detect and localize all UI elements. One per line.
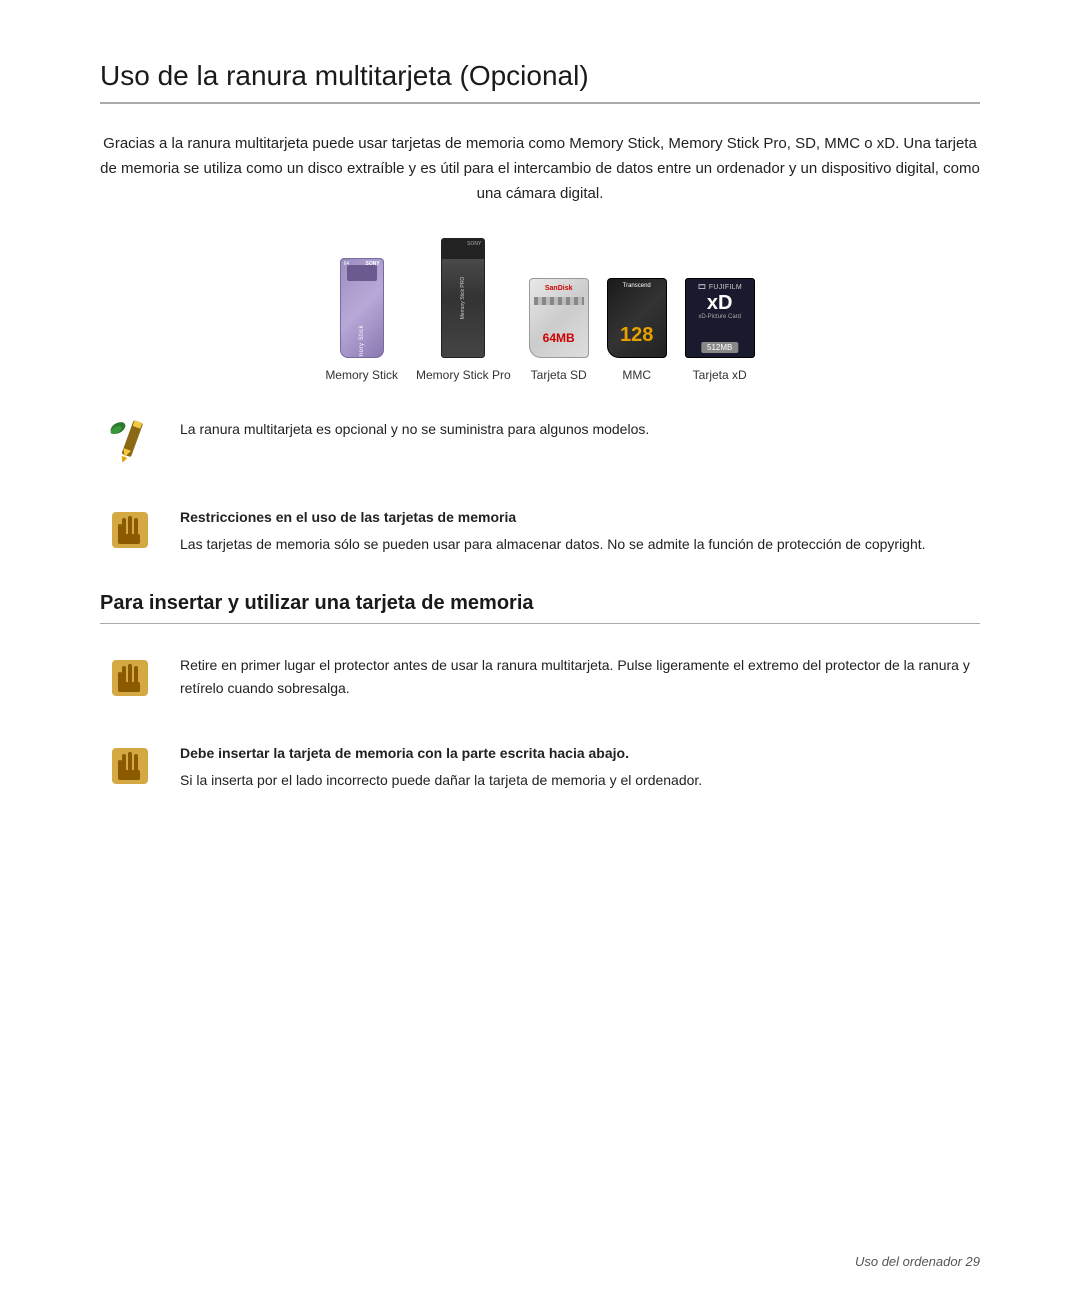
hand-icon-container-3 <box>100 736 160 796</box>
xd-item: 🎞 FUJIFILM xD xD-Picture Card 512MB Tarj… <box>685 278 755 382</box>
xd-subtitle: xD-Picture Card <box>698 314 741 320</box>
note2-section: Restricciones en el uso de las tarjetas … <box>100 500 980 560</box>
xd-visual: 🎞 FUJIFILM xD xD-Picture Card 512MB <box>685 278 755 358</box>
note4-body: Si la inserta por el lado incorrecto pue… <box>180 772 702 788</box>
hand-icon-container-2 <box>100 648 160 708</box>
hand-icon-3 <box>104 740 156 792</box>
memory-stick-visual: Memory Stick SONY 64 <box>340 258 384 358</box>
sd-card-item: Tarjeta SD <box>529 278 589 382</box>
cards-row: Memory Stick SONY 64 Memory Stick Memory… <box>100 238 980 382</box>
memory-stick-pro-card: Memory Stick PRO SONY <box>441 238 485 358</box>
pencil-icon <box>104 416 156 468</box>
page-content: Uso de la ranura multitarjeta (Opcional)… <box>0 0 1080 904</box>
cards-section: Memory Stick SONY 64 Memory Stick Memory… <box>100 238 980 382</box>
xd-logo: xD <box>707 293 733 313</box>
memory-stick-pro-visual: Memory Stick PRO SONY <box>441 238 485 358</box>
memory-stick-label: Memory Stick <box>325 368 398 382</box>
memory-stick-pro-label: Memory Stick Pro <box>416 368 511 382</box>
msp-card-text: Memory Stick PRO <box>460 277 466 320</box>
memory-stick-card-text: Memory Stick <box>359 325 365 358</box>
hand-icon-container-1 <box>100 500 160 560</box>
note2-title: Restricciones en el uso de las tarjetas … <box>180 506 980 528</box>
sd-card <box>529 278 589 358</box>
xd-label: Tarjeta xD <box>693 368 747 382</box>
note2-body: Las tarjetas de memoria sólo se pueden u… <box>180 536 926 552</box>
xd-card: 🎞 FUJIFILM xD xD-Picture Card 512MB <box>685 278 755 358</box>
hand-icon-1 <box>104 504 156 556</box>
mmc-visual <box>607 278 667 358</box>
section2-heading: Para insertar y utilizar una tarjeta de … <box>100 592 980 624</box>
note1-text: La ranura multitarjeta es opcional y no … <box>180 412 980 440</box>
note4-section: Debe insertar la tarjeta de memoria con … <box>100 736 980 796</box>
mmc-label: MMC <box>622 368 651 382</box>
sd-card-visual <box>529 278 589 358</box>
mmc-card <box>607 278 667 358</box>
intro-paragraph: Gracias a la ranura multitarjeta puede u… <box>100 132 980 206</box>
memory-stick-item: Memory Stick SONY 64 Memory Stick <box>325 258 398 382</box>
note2-text: Restricciones en el uso de las tarjetas … <box>180 500 980 555</box>
xd-size: 512MB <box>701 342 738 353</box>
xd-brand: 🎞 FUJIFILM <box>697 283 742 291</box>
note4-title: Debe insertar la tarjeta de memoria con … <box>180 742 980 764</box>
note3-text: Retire en primer lugar el protector ante… <box>180 648 980 699</box>
memory-stick-pro-item: Memory Stick PRO SONY Memory Stick Pro <box>416 238 511 382</box>
page-title: Uso de la ranura multitarjeta (Opcional) <box>100 60 980 104</box>
sd-card-label: Tarjeta SD <box>531 368 587 382</box>
note1-section: La ranura multitarjeta es opcional y no … <box>100 412 980 472</box>
sd-stripe <box>534 297 584 305</box>
note4-text: Debe insertar la tarjeta de memoria con … <box>180 736 980 791</box>
note3-section: Retire en primer lugar el protector ante… <box>100 648 980 708</box>
pencil-icon-container <box>100 412 160 472</box>
hand-icon-2 <box>104 652 156 704</box>
mmc-item: MMC <box>607 278 667 382</box>
memory-stick-card: Memory Stick SONY 64 <box>340 258 384 358</box>
page-footer: Uso del ordenador 29 <box>855 1254 980 1269</box>
